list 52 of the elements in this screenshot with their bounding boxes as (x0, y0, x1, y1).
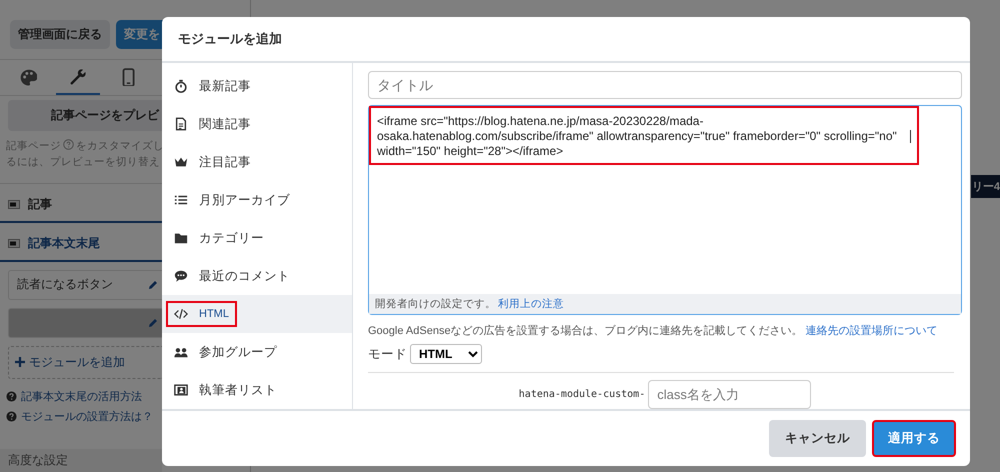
document-icon (174, 117, 188, 131)
advanced-settings[interactable]: 高度な設定 (0, 449, 162, 472)
pencil-icon[interactable] (148, 318, 158, 328)
class-prefix: hatena-module-custom- (518, 389, 646, 400)
description-text: をカスタマイズし (76, 140, 164, 152)
help-icon (6, 390, 17, 402)
code-icon (174, 307, 188, 321)
folder-icon (174, 231, 188, 245)
usage-notes-link[interactable]: 利用上の注意 (498, 297, 564, 311)
description-text: 記事ページ (6, 140, 61, 152)
module-type-item[interactable]: 参加グループ (162, 333, 352, 371)
dialog-title: モジュールを追加 (178, 30, 282, 48)
contact-placement-link[interactable]: 連絡先の設置場所について (806, 323, 938, 338)
preview-button[interactable]: 記事ページをプレビ (8, 100, 162, 131)
field-note: 開発者向けの設定です。 (375, 297, 496, 311)
pencil-icon[interactable] (148, 280, 158, 290)
module-type-item[interactable]: 月別アーカイブ (162, 181, 352, 219)
wrench-icon (69, 68, 87, 86)
title-field[interactable]: タイトル (368, 71, 962, 99)
back-button[interactable]: 管理画面に戻る (10, 20, 110, 49)
module-type-item[interactable]: 注目記事 (162, 143, 352, 181)
description-text: るには、プレビューを切り替え (6, 156, 160, 168)
module-type-item[interactable]: 執筆者リスト (162, 371, 352, 409)
module-type-item[interactable]: HTML (162, 295, 352, 333)
apply-button[interactable]: 適用する (872, 420, 956, 457)
crown-icon (174, 155, 188, 169)
module-label: 読者になるボタン (17, 276, 113, 293)
mode-select[interactable]: HTML (410, 344, 482, 364)
section-icon (8, 200, 20, 208)
cancel-button[interactable]: キャンセル (769, 420, 866, 457)
person-card-icon (174, 383, 188, 397)
comment-icon (174, 269, 188, 283)
module-type-item[interactable]: 最新記事 (162, 67, 352, 105)
section-icon (8, 238, 20, 248)
module-type-item[interactable]: カテゴリー (162, 219, 352, 257)
plus-icon (15, 357, 25, 367)
list-icon (174, 193, 188, 207)
help-icon (6, 410, 17, 422)
people-icon (174, 345, 188, 359)
help-link[interactable]: モジュールの設置方法は？ (6, 408, 156, 424)
html-code-field[interactable]: <iframe src="https://blog.hatena.ne.jp/masa-20230228/mada-osaka.hatenablog.com/subscribe/iframe" allowtransparency="true" frameborder="0" scrolling="no" width="150" height="28"></iframe> 開発者向けの設定です。 利用上の注意 (368, 104, 962, 315)
module-type-item[interactable]: 最近のコメント (162, 257, 352, 295)
palette-icon (19, 68, 37, 86)
help-link[interactable]: 記事本文末尾の活用方法 (6, 388, 156, 404)
menu-label: リー4 (970, 175, 1000, 198)
mode-label: モード (368, 346, 407, 362)
class-name-field[interactable]: class名を入力 (648, 380, 812, 409)
module-item[interactable]: 読者になるボタン (8, 270, 162, 300)
stopwatch-icon (174, 79, 188, 93)
help-icon (63, 139, 74, 150)
module-type-item[interactable]: 関連記事 (162, 105, 352, 143)
notice-text: Google AdSenseなどの広告を設置する場合は、ブログ内に連絡先を記載してください。 (368, 324, 803, 338)
